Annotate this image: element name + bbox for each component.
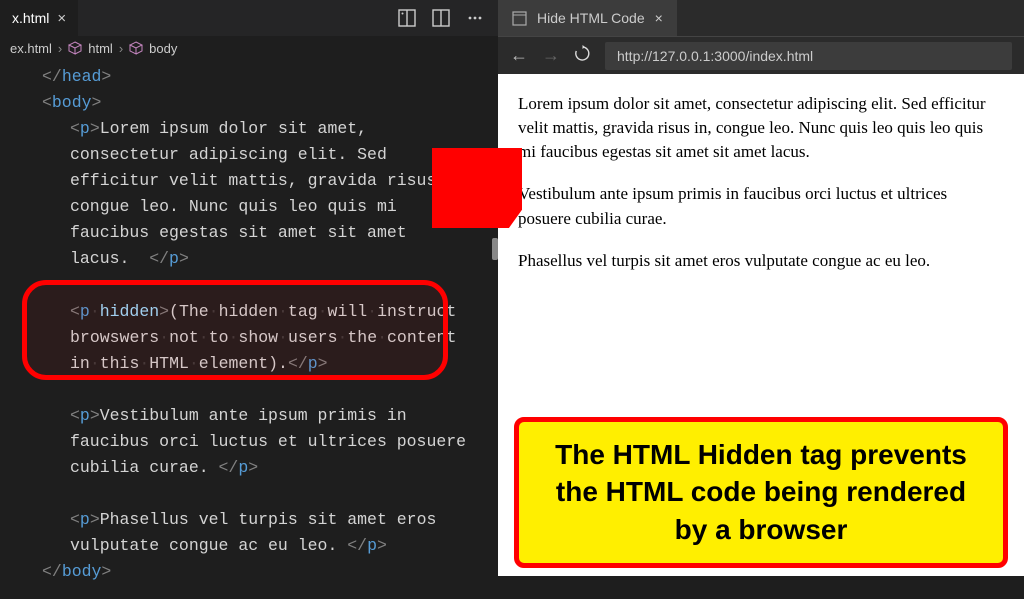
editor-tab[interactable]: x.html × [0,0,78,36]
page-content: Lorem ipsum dolor sit amet, consectetur … [498,74,1024,309]
editor-tab-bar: x.html × [0,0,498,36]
code-line: </head> [14,64,484,90]
browser-pane: Hide HTML Code × ← → http://127.0.0.1:30… [498,0,1024,576]
close-icon[interactable]: × [57,10,66,27]
code-line: faucibus orci luctus et ultrices posuere [14,429,484,455]
code-line: in·this·HTML·element).</p> [14,351,484,377]
code-line: faucibus egestas sit amet sit amet [14,220,484,246]
code-line: efficitur velit mattis, gravida risus in [14,168,484,194]
breadcrumb-file[interactable]: ex.html [10,41,52,56]
cube-icon [68,41,82,55]
code-line: <p>Vestibulum ante ipsum primis in [14,403,484,429]
close-icon[interactable]: × [655,10,663,26]
code-line: <p·hidden>(The·hidden·tag·will·instruct [14,299,484,325]
code-line: consectetur adipiscing elit. Sed [14,142,484,168]
browser-tab-title: Hide HTML Code [537,10,645,26]
chevron-right-icon: › [58,41,62,56]
browser-tab-bar: Hide HTML Code × [498,0,1024,36]
code-line: vulputate congue ac eu leo. </p> [14,533,484,559]
address-bar: ← → http://127.0.0.1:3000/index.html [498,36,1024,74]
editor-tab-actions [398,9,498,27]
url-text: http://127.0.0.1:3000/index.html [617,48,813,64]
code-line [14,273,484,299]
code-line [14,377,484,403]
chevron-right-icon: › [119,41,123,56]
code-line: </body> [14,559,484,585]
annotation-callout: The HTML Hidden tag prevents the HTML co… [514,417,1008,568]
code-editor[interactable]: </head> <body> <p>Lorem ipsum dolor sit … [0,60,498,599]
breadcrumb[interactable]: ex.html › html › body [0,36,498,60]
paragraph: Vestibulum ante ipsum primis in faucibus… [518,182,1004,230]
code-line: <p>Phasellus vel turpis sit amet eros [14,507,484,533]
page-icon [512,11,527,26]
back-icon[interactable]: ← [510,45,528,66]
code-line: browswers·not·to·show·users·the·content [14,325,484,351]
url-input[interactable]: http://127.0.0.1:3000/index.html [605,42,1012,70]
cube-icon [129,41,143,55]
breadcrumb-html[interactable]: html [88,41,113,56]
code-line [14,481,484,507]
code-line: congue leo. Nunc quis leo quis mi [14,194,484,220]
paragraph: Lorem ipsum dolor sit amet, consectetur … [518,92,1004,164]
split-editor-icon[interactable] [432,9,450,27]
code-line: <p>Lorem ipsum dolor sit amet, [14,116,484,142]
browser-tab[interactable]: Hide HTML Code × [498,0,677,36]
forward-icon: → [542,45,560,66]
breadcrumb-body[interactable]: body [149,41,177,56]
split-preview-icon[interactable] [398,9,416,27]
reload-icon[interactable] [574,45,591,67]
code-line: lacus. </p> [14,246,484,272]
code-editor-pane: x.html × ex.html › html › body </head> <… [0,0,498,576]
code-line: <body> [14,90,484,116]
tab-filename: x.html [12,10,49,26]
more-icon[interactable] [466,9,484,27]
code-line: cubilia curae. </p> [14,455,484,481]
paragraph: Phasellus vel turpis sit amet eros vulpu… [518,249,1004,273]
